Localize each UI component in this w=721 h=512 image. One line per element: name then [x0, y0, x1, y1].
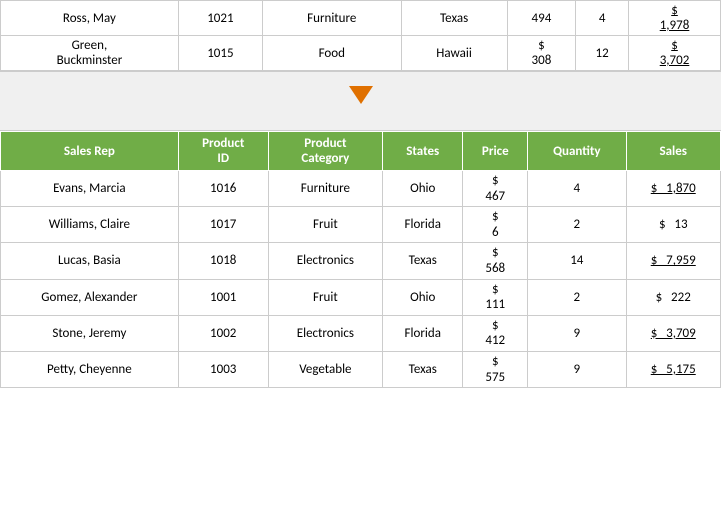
sales-cell: $ 7,959 — [626, 243, 721, 279]
table-row: Williams, Claire 1017 Fruit Florida $6 2… — [1, 207, 721, 243]
table-row: Petty, Cheyenne 1003 Vegetable Texas $57… — [1, 351, 721, 387]
sales-cell: $1,978 — [629, 1, 721, 36]
table-row: Stone, Jeremy 1002 Electronics Florida $… — [1, 315, 721, 351]
down-arrow-icon — [349, 86, 373, 104]
states-cell: Ohio — [383, 279, 463, 315]
price-cell: $568 — [463, 243, 528, 279]
quantity-cell: 2 — [528, 279, 626, 315]
sales-rep-cell: Petty, Cheyenne — [1, 351, 179, 387]
price-cell: $412 — [463, 315, 528, 351]
product-category-cell: Fruit — [268, 207, 382, 243]
header-productCategory: ProductCategory — [268, 132, 382, 171]
states-cell: Texas — [383, 351, 463, 387]
sales-cell: $ 222 — [626, 279, 721, 315]
sales-cell: $ 1,870 — [626, 171, 721, 207]
price-cell: $467 — [463, 171, 528, 207]
header-quantity: Quantity — [528, 132, 626, 171]
table-row: Gomez, Alexander 1001 Fruit Ohio $111 2 … — [1, 279, 721, 315]
table-row: Ross, May 1021 Furniture Texas 494 4 $1,… — [1, 1, 721, 36]
quantity-cell: 9 — [528, 315, 626, 351]
table-row: Green,Buckminster 1015 Food Hawaii $308 … — [1, 36, 721, 71]
product-category-cell: Food — [262, 36, 401, 71]
sales-cell: $ 13 — [626, 207, 721, 243]
table-row: Lucas, Basia 1018 Electronics Texas $568… — [1, 243, 721, 279]
states-cell: Texas — [401, 1, 507, 36]
product-category-cell: Vegetable — [268, 351, 382, 387]
product-id-cell: 1001 — [178, 279, 268, 315]
sales-rep-cell: Stone, Jeremy — [1, 315, 179, 351]
arrow-container — [0, 86, 721, 112]
header-row-label — [0, 72, 721, 86]
product-category-cell: Furniture — [262, 1, 401, 36]
quantity-cell: 14 — [528, 243, 626, 279]
quantity-cell: 4 — [576, 1, 629, 36]
sales-cell: $ 5,175 — [626, 351, 721, 387]
gap-section — [0, 71, 721, 131]
quantity-cell: 9 — [528, 351, 626, 387]
price-cell: $6 — [463, 207, 528, 243]
header-price: Price — [463, 132, 528, 171]
product-id-cell: 1018 — [178, 243, 268, 279]
price-cell: 494 — [507, 1, 576, 36]
states-cell: Ohio — [383, 171, 463, 207]
main-table: Sales RepProductIDProductCategoryStatesP… — [0, 131, 721, 388]
header-states: States — [383, 132, 463, 171]
top-section: Ross, May 1021 Furniture Texas 494 4 $1,… — [0, 0, 721, 71]
states-cell: Florida — [383, 315, 463, 351]
quantity-cell: 4 — [528, 171, 626, 207]
states-cell: Florida — [383, 207, 463, 243]
product-id-cell: 1017 — [178, 207, 268, 243]
product-id-cell: 1002 — [178, 315, 268, 351]
product-category-cell: Furniture — [268, 171, 382, 207]
sales-rep-cell: Green,Buckminster — [1, 36, 179, 71]
sales-cell: $ 3,709 — [626, 315, 721, 351]
product-id-cell: 1003 — [178, 351, 268, 387]
sales-rep-cell: Williams, Claire — [1, 207, 179, 243]
sales-rep-cell: Lucas, Basia — [1, 243, 179, 279]
sales-rep-cell: Gomez, Alexander — [1, 279, 179, 315]
header-salesRep: Sales Rep — [1, 132, 179, 171]
sales-cell: $3,702 — [629, 36, 721, 71]
table-row: Evans, Marcia 1016 Furniture Ohio $467 4… — [1, 171, 721, 207]
main-table-container: Sales RepProductIDProductCategoryStatesP… — [0, 131, 721, 388]
sales-rep-cell: Ross, May — [1, 1, 179, 36]
states-cell: Texas — [383, 243, 463, 279]
header-productID: ProductID — [178, 132, 268, 171]
product-category-cell: Electronics — [268, 243, 382, 279]
price-cell: $575 — [463, 351, 528, 387]
header-sales: Sales — [626, 132, 721, 171]
product-category-cell: Fruit — [268, 279, 382, 315]
sales-rep-cell: Evans, Marcia — [1, 171, 179, 207]
quantity-cell: 12 — [576, 36, 629, 71]
product-category-cell: Electronics — [268, 315, 382, 351]
product-id-cell: 1021 — [178, 1, 262, 36]
price-cell: $308 — [507, 36, 576, 71]
states-cell: Hawaii — [401, 36, 507, 71]
header-row: Sales RepProductIDProductCategoryStatesP… — [1, 132, 721, 171]
quantity-cell: 2 — [528, 207, 626, 243]
product-id-cell: 1015 — [178, 36, 262, 71]
price-cell: $111 — [463, 279, 528, 315]
product-id-cell: 1016 — [178, 171, 268, 207]
top-table: Ross, May 1021 Furniture Texas 494 4 $1,… — [0, 0, 721, 71]
